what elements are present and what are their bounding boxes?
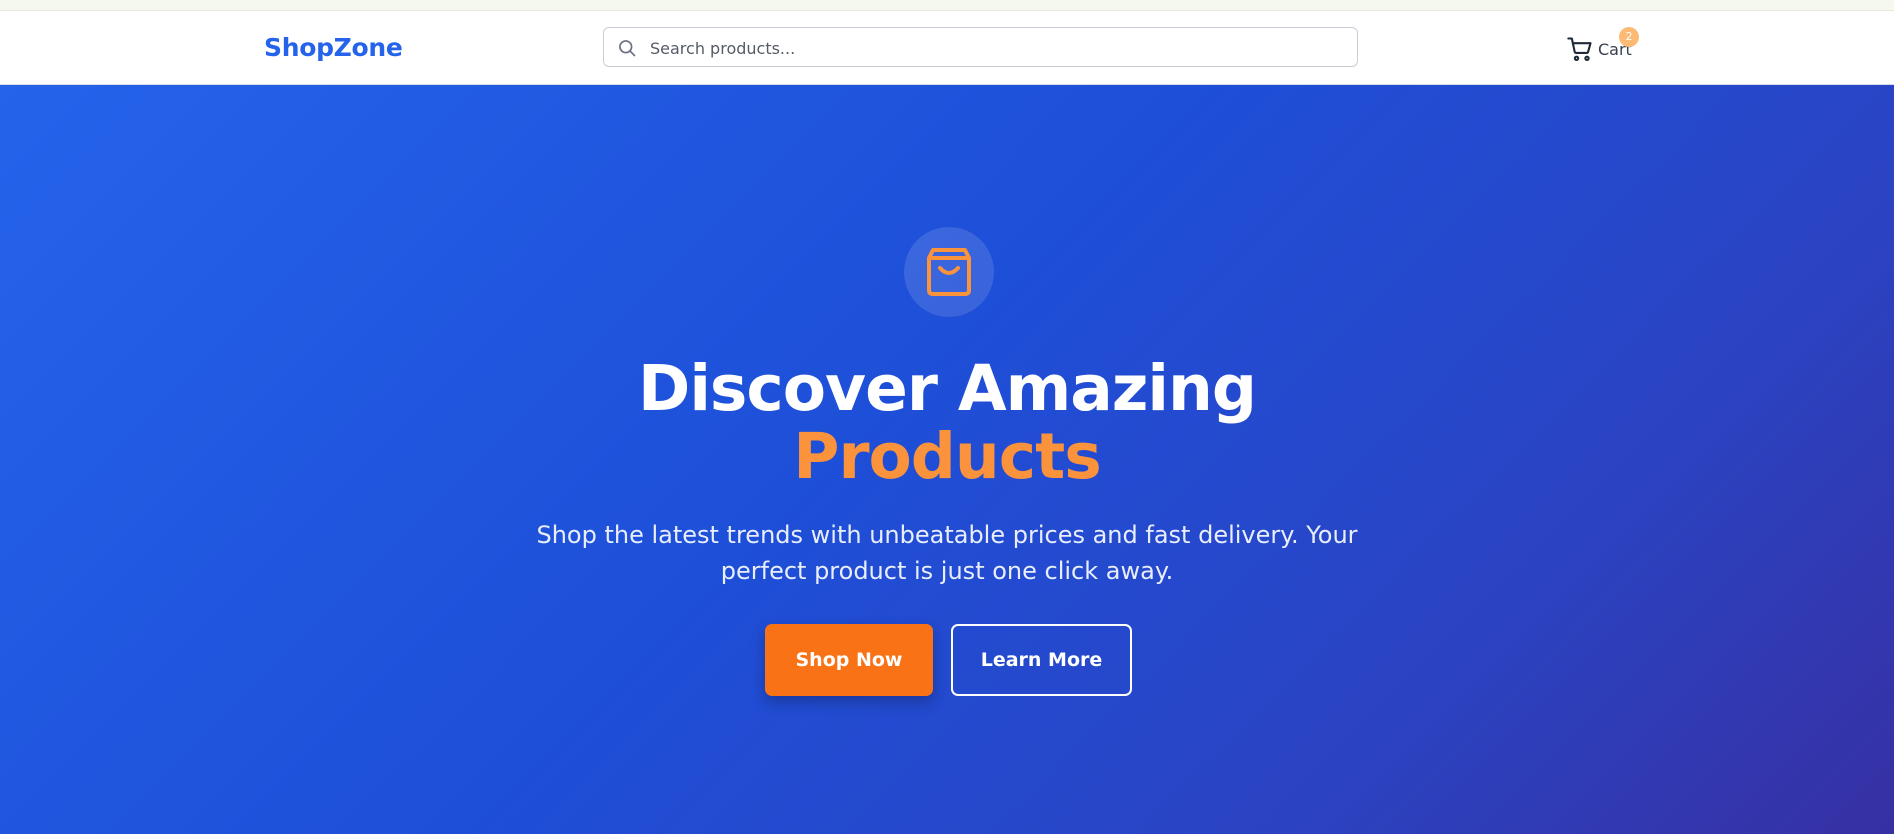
search-input[interactable] (648, 28, 1342, 68)
hero-title: Discover Amazing Products (0, 355, 1894, 491)
site-header: ShopZone Cart 2 (0, 11, 1894, 85)
hero-icon-circle (904, 227, 994, 317)
cart-count-badge: 2 (1619, 27, 1639, 47)
hero-title-line1: Discover Amazing (638, 352, 1257, 425)
cart-icon (1567, 37, 1592, 62)
shopping-bag-icon (927, 248, 971, 296)
cart-button[interactable]: Cart 2 (1566, 27, 1639, 65)
hero-section: Discover Amazing Products Shop the lates… (0, 85, 1894, 834)
shop-now-button[interactable]: Shop Now (765, 624, 933, 696)
logo[interactable]: ShopZone (264, 33, 403, 62)
learn-more-button[interactable]: Learn More (951, 624, 1132, 696)
hero-title-line2: Products (793, 420, 1101, 493)
search-icon (619, 40, 636, 57)
hero-subtitle: Shop the latest trends with unbeatable p… (536, 521, 1358, 585)
browser-top-strip (0, 0, 1894, 11)
search-bar[interactable] (603, 27, 1358, 68)
